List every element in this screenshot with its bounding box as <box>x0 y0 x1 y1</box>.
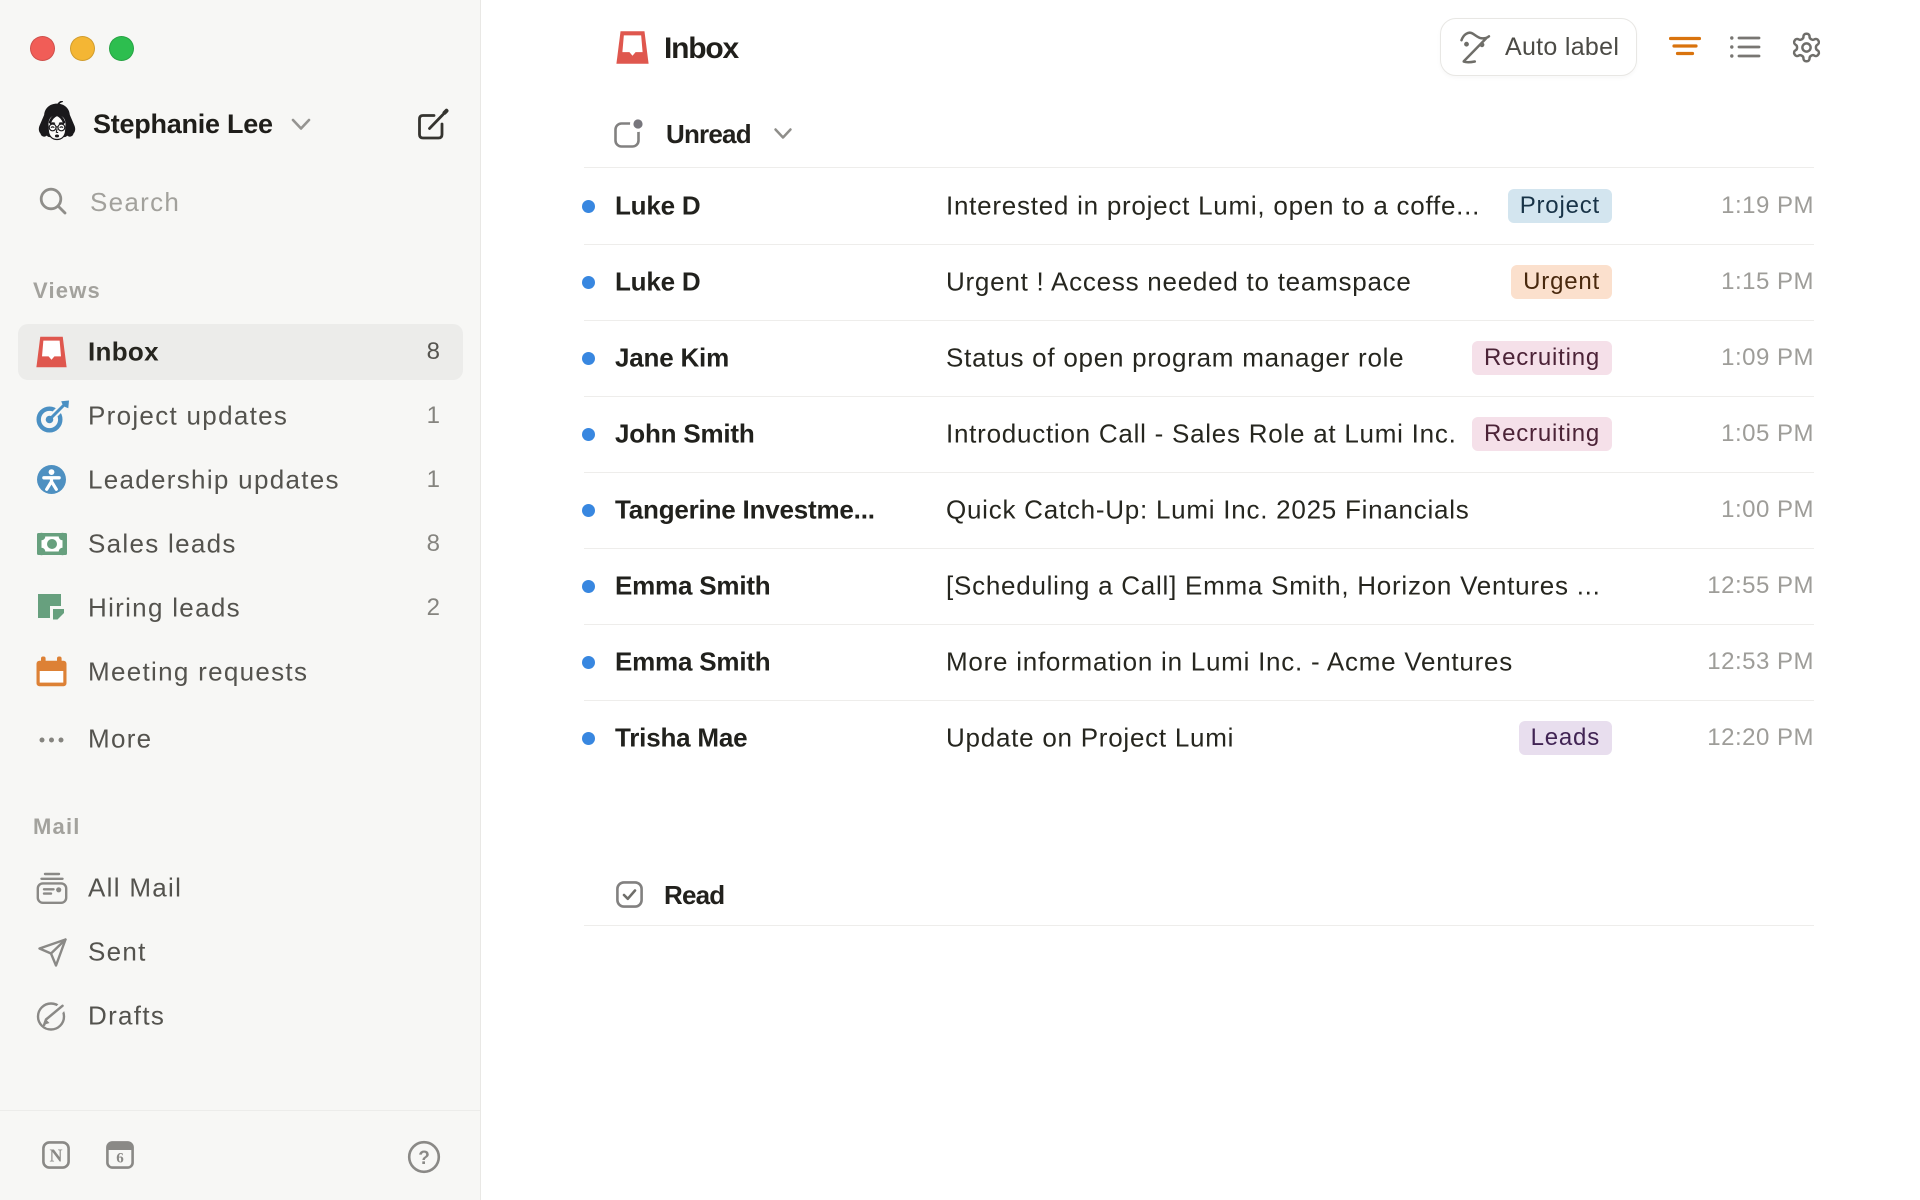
svg-text:N: N <box>50 1145 63 1165</box>
svg-text:?: ? <box>418 1148 430 1169</box>
svg-text:6: 6 <box>116 1151 124 1167</box>
